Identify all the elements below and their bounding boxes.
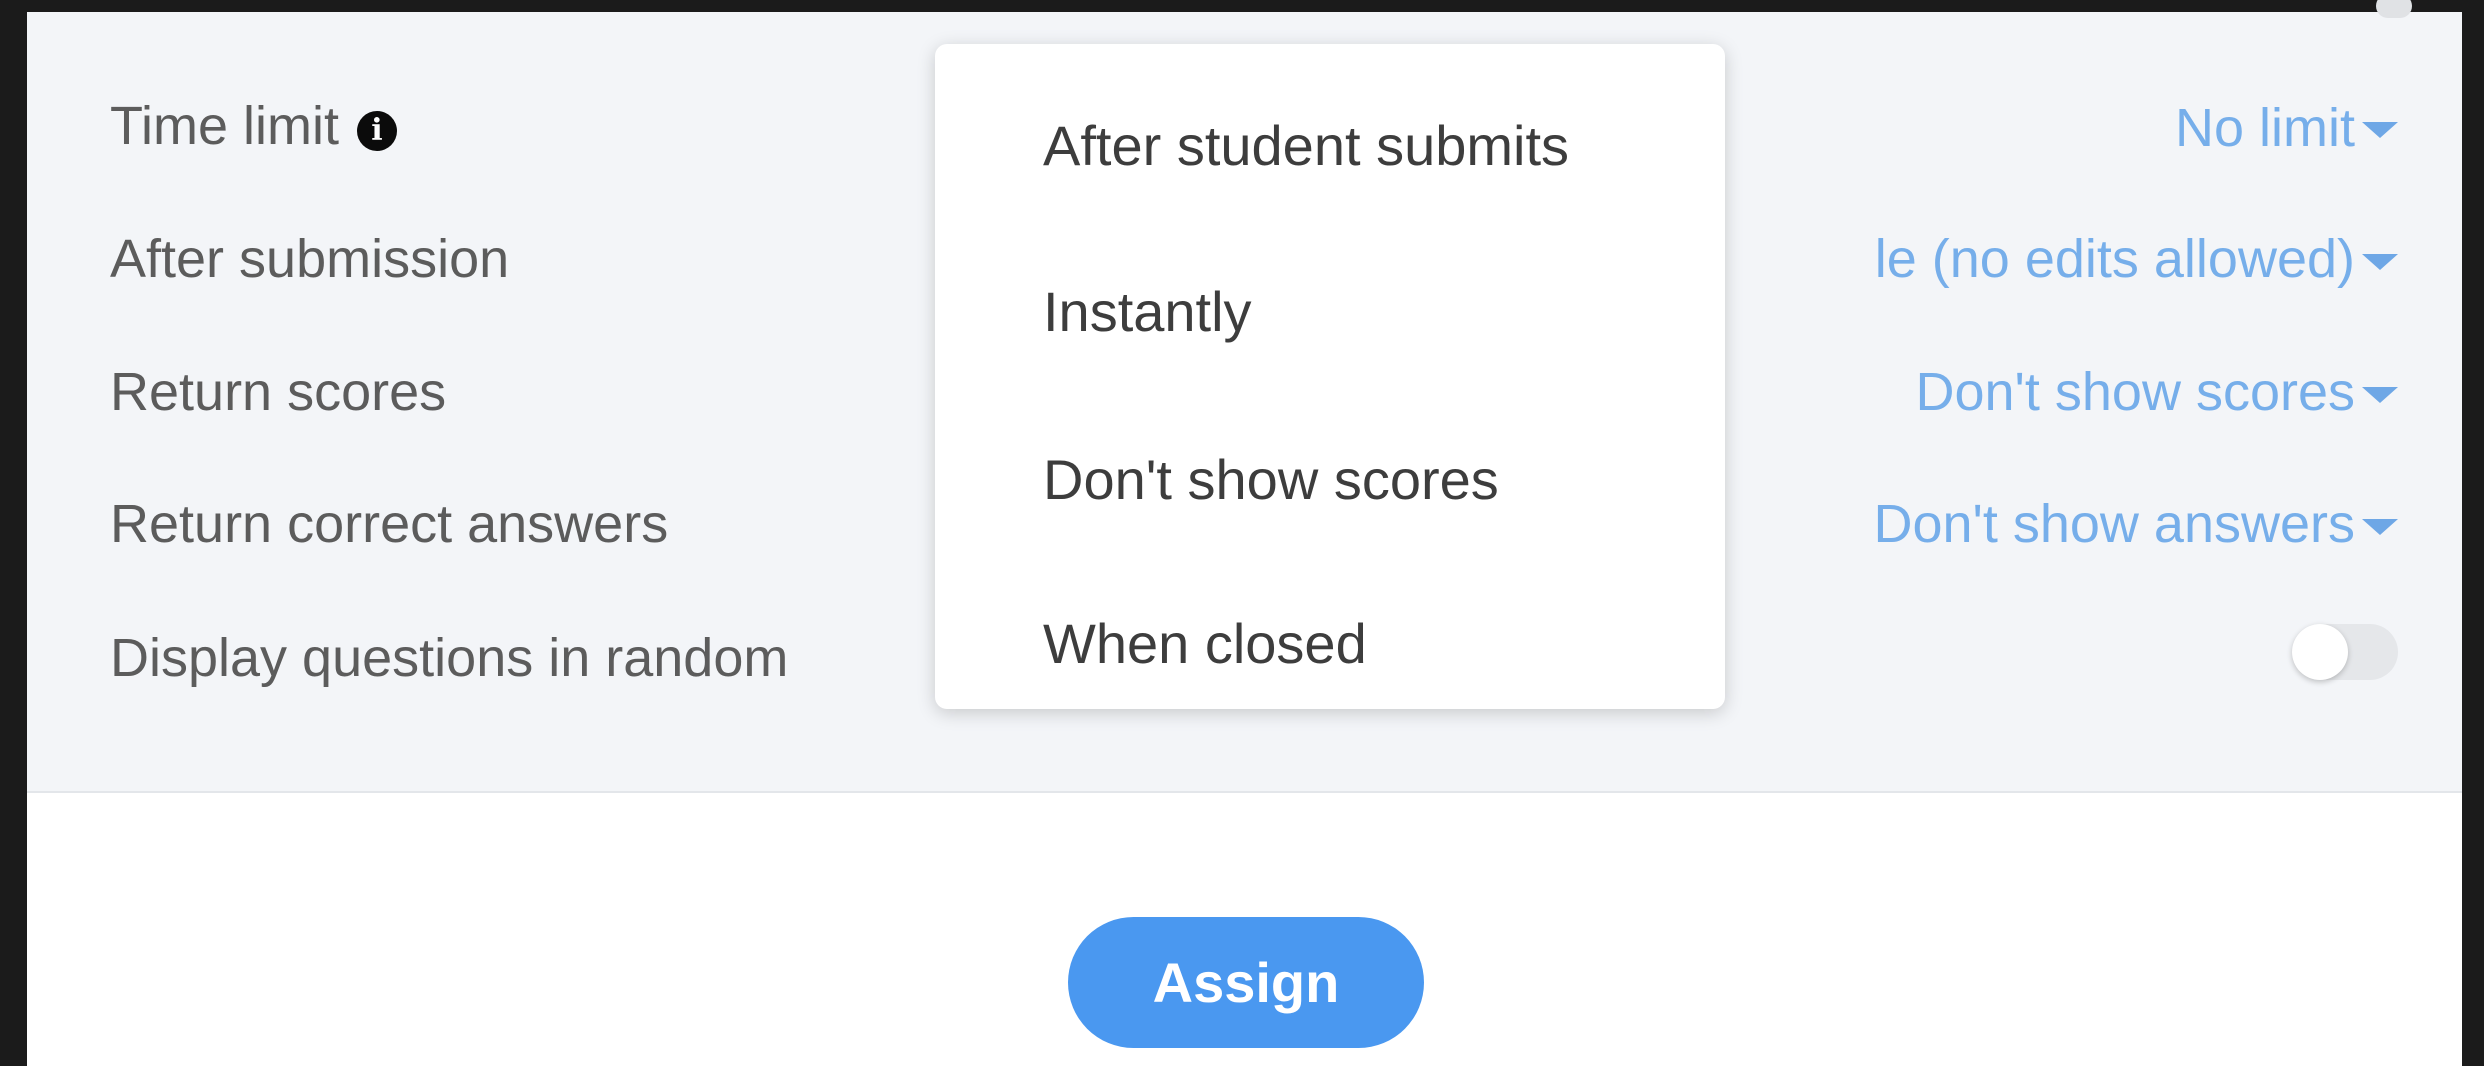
random-order-toggle[interactable] [2292,624,2398,680]
caret-down-icon[interactable] [2362,519,2398,535]
assign-button[interactable]: Assign [1068,917,1424,1048]
partial-toggle[interactable] [2376,0,2412,18]
menu-item-dont-show-scores[interactable]: Don't show scores [1043,448,1703,512]
return-correct-answers-dropdown[interactable]: Don't show answers [1873,494,2355,554]
caret-down-icon[interactable] [2362,122,2398,138]
toggle-knob [2292,624,2348,680]
after-submission-label: After submission [110,229,510,289]
info-icon[interactable]: i [356,111,397,151]
menu-item-after-student-submits[interactable]: After student submits [1043,114,1703,178]
menu-item-instantly[interactable]: Instantly [1043,280,1703,344]
caret-down-icon[interactable] [2362,387,2398,403]
assign-settings-panel: Time limit i No limit After submission le… [27,0,2462,1066]
return-correct-answers-label: Return correct answers [110,494,669,554]
random-order-label: Display questions in random [110,628,789,688]
time-limit-dropdown[interactable]: No limit [2175,98,2355,158]
return-scores-dropdown[interactable]: Don't show scores [1916,362,2356,422]
after-submission-dropdown[interactable]: le (no edits allowed) [1875,229,2355,289]
return-scores-label: Return scores [110,362,447,422]
return-scores-menu: After student submits Instantly Don't sh… [935,44,1725,709]
time-limit-label: Time limit i [110,96,397,156]
menu-item-when-closed[interactable]: When closed [1043,612,1703,676]
caret-down-icon[interactable] [2362,254,2398,270]
